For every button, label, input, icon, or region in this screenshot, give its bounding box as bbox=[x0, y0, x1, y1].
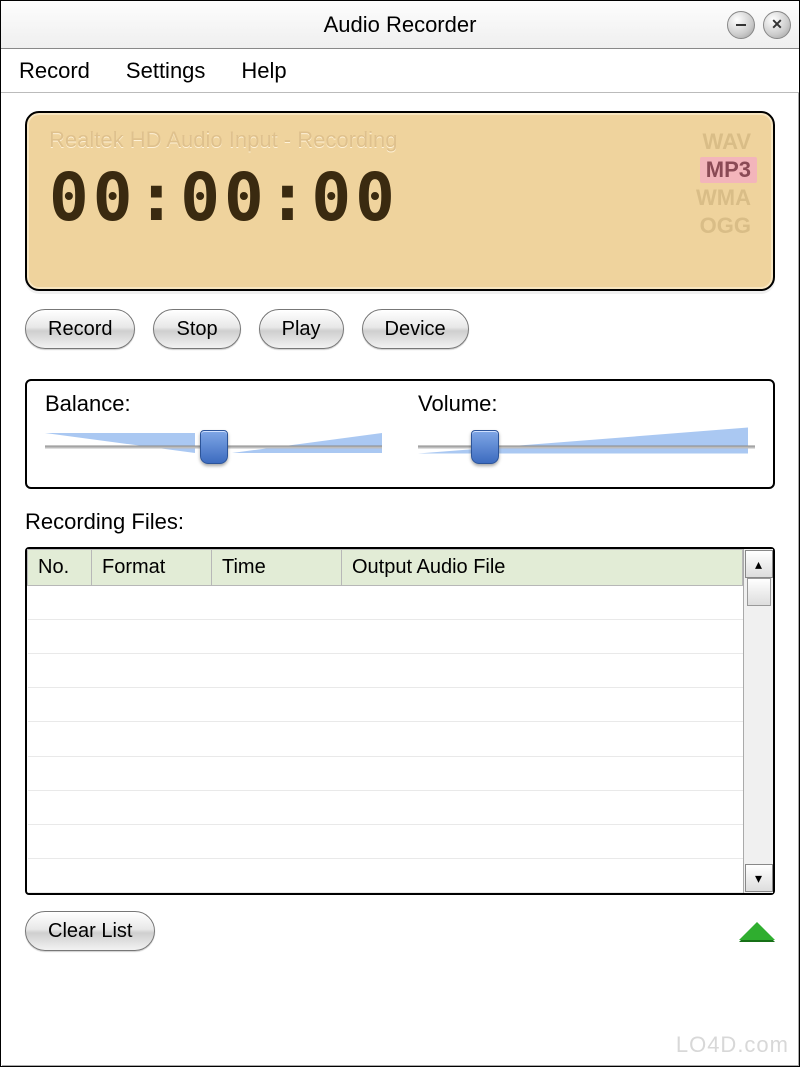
format-mp3[interactable]: MP3 bbox=[700, 157, 757, 183]
balance-label: Balance: bbox=[45, 391, 382, 417]
window-title: Audio Recorder bbox=[1, 12, 799, 38]
balance-thumb[interactable] bbox=[200, 430, 228, 464]
col-output[interactable]: Output Audio File bbox=[342, 550, 743, 586]
close-button[interactable] bbox=[763, 11, 791, 39]
lcd-left: Realtek HD Audio Input - Recording 00:00… bbox=[49, 127, 690, 279]
scroll-thumb[interactable] bbox=[747, 578, 771, 606]
volume-slider[interactable] bbox=[418, 427, 755, 467]
balance-wedge-right-icon bbox=[232, 433, 382, 453]
menu-help[interactable]: Help bbox=[241, 58, 286, 84]
table-row[interactable] bbox=[28, 586, 743, 620]
files-panel: No. Format Time Output Audio File bbox=[25, 547, 775, 895]
col-no[interactable]: No. bbox=[28, 550, 92, 586]
expand-up-icon[interactable] bbox=[739, 922, 775, 940]
menubar: Record Settings Help bbox=[1, 49, 799, 93]
scroll-up-button[interactable]: ▴ bbox=[745, 550, 773, 578]
balance-slider[interactable] bbox=[45, 427, 382, 467]
format-list: WAV MP3 WMA OGG bbox=[690, 129, 757, 279]
bottom-row: Clear List bbox=[25, 911, 775, 951]
play-button[interactable]: Play bbox=[259, 309, 344, 349]
watermark: LO4D.com bbox=[676, 1032, 789, 1058]
device-button[interactable]: Device bbox=[362, 309, 469, 349]
format-wav[interactable]: WAV bbox=[697, 129, 757, 155]
table-row[interactable] bbox=[28, 790, 743, 824]
table-row[interactable] bbox=[28, 620, 743, 654]
col-time[interactable]: Time bbox=[212, 550, 342, 586]
volume-wedge-icon bbox=[418, 428, 748, 454]
table-row[interactable] bbox=[28, 688, 743, 722]
menu-record[interactable]: Record bbox=[19, 58, 90, 84]
volume-group: Volume: bbox=[418, 391, 755, 467]
menu-settings[interactable]: Settings bbox=[126, 58, 206, 84]
lcd-panel: Realtek HD Audio Input - Recording 00:00… bbox=[25, 111, 775, 291]
files-scrollbar[interactable]: ▴ ▾ bbox=[743, 549, 773, 893]
titlebar: Audio Recorder bbox=[1, 1, 799, 49]
volume-thumb[interactable] bbox=[471, 430, 499, 464]
app-window: Audio Recorder Record Settings Help Real… bbox=[0, 0, 800, 1067]
scroll-down-button[interactable]: ▾ bbox=[745, 864, 773, 892]
format-ogg[interactable]: OGG bbox=[694, 213, 757, 239]
volume-track bbox=[418, 446, 755, 449]
stop-button[interactable]: Stop bbox=[153, 309, 240, 349]
recording-files-label: Recording Files: bbox=[25, 509, 775, 535]
table-row[interactable] bbox=[28, 722, 743, 756]
recording-status: Realtek HD Audio Input - Recording bbox=[49, 127, 690, 153]
balance-group: Balance: bbox=[45, 391, 382, 467]
files-tbody bbox=[28, 586, 743, 893]
format-wma[interactable]: WMA bbox=[690, 185, 757, 211]
content-area: Realtek HD Audio Input - Recording 00:00… bbox=[1, 93, 799, 1066]
table-row[interactable] bbox=[28, 858, 743, 892]
minimize-button[interactable] bbox=[727, 11, 755, 39]
clear-list-button[interactable]: Clear List bbox=[25, 911, 155, 951]
record-button[interactable]: Record bbox=[25, 309, 135, 349]
balance-wedge-left-icon bbox=[45, 433, 195, 453]
files-table: No. Format Time Output Audio File bbox=[27, 549, 743, 893]
table-row[interactable] bbox=[28, 824, 743, 858]
col-format[interactable]: Format bbox=[92, 550, 212, 586]
sliders-panel: Balance: Volume: bbox=[25, 379, 775, 489]
recording-time: 00:00:00 bbox=[49, 159, 690, 236]
table-row[interactable] bbox=[28, 654, 743, 688]
volume-label: Volume: bbox=[418, 391, 755, 417]
transport-buttons: Record Stop Play Device bbox=[25, 309, 775, 349]
table-row[interactable] bbox=[28, 756, 743, 790]
window-controls bbox=[727, 11, 791, 39]
